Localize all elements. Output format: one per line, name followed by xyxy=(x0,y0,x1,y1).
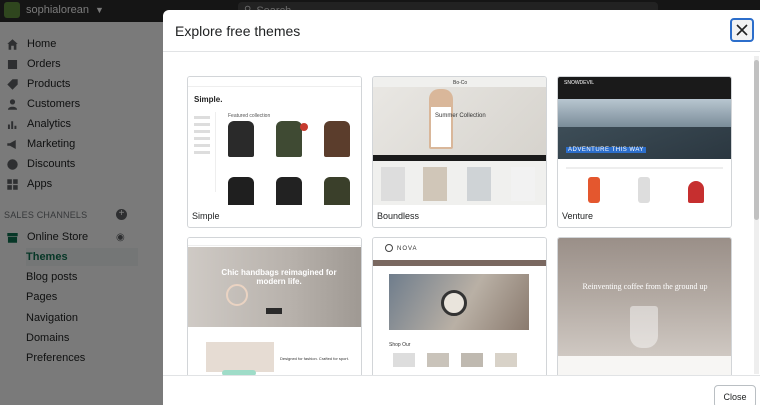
simple-logo-text: Simple. xyxy=(194,95,223,104)
venture-theme-preview: SNOWDEVIL ADVENTURE THIS WAY xyxy=(558,77,731,205)
venture-heading: ADVENTURE THIS WAY xyxy=(566,147,646,153)
modal-header: Explore free themes xyxy=(163,10,760,52)
coffee-heading: Reinventing coffee from the ground up xyxy=(582,282,708,291)
theme-card-venture[interactable]: SNOWDEVIL ADVENTURE THIS WAY Venture xyxy=(557,76,732,228)
simple-theme-preview: Simple. Featured collection xyxy=(188,77,361,205)
coffee-theme-preview: Reinventing coffee from the ground up xyxy=(558,238,731,375)
handbags-heading: Chic handbags reimagined for modern life… xyxy=(221,268,337,286)
boundless-brand: Bo-Co xyxy=(453,80,468,86)
themes-grid: Simple. Featured collection Simple Bo-Co… xyxy=(187,76,732,375)
featured-collection-text: Featured collection xyxy=(228,113,271,119)
venture-brand: SNOWDEVIL xyxy=(564,80,595,86)
nova-brand: NOVA xyxy=(397,246,418,252)
close-icon xyxy=(736,24,748,36)
handbags-theme-preview: Chic handbags reimagined for modern life… xyxy=(188,238,361,375)
theme-name: Venture xyxy=(562,211,594,221)
nova-theme-preview: NOVA Shop Our xyxy=(373,238,546,375)
theme-name: Simple xyxy=(192,211,220,221)
scrollbar-thumb[interactable] xyxy=(754,60,759,220)
modal-footer: Close xyxy=(163,375,760,405)
boundless-theme-preview: Bo-Co Summer Collection xyxy=(373,77,546,205)
explore-themes-modal: Explore free themes Simple. Featured col… xyxy=(163,10,760,405)
theme-card-handbags[interactable]: Chic handbags reimagined for modern life… xyxy=(187,237,362,375)
theme-name: Boundless xyxy=(377,211,420,221)
modal-title: Explore free themes xyxy=(175,23,301,39)
boundless-heading: Summer Collection xyxy=(435,113,486,119)
theme-card-coffee[interactable]: Reinventing coffee from the ground up xyxy=(557,237,732,375)
nova-shop-text: Shop Our xyxy=(389,342,411,348)
close-modal-button[interactable] xyxy=(730,18,754,42)
theme-card-simple[interactable]: Simple. Featured collection Simple xyxy=(187,76,362,228)
theme-card-boundless[interactable]: Bo-Co Summer Collection Boundless xyxy=(372,76,547,228)
theme-card-nova[interactable]: NOVA Shop Our xyxy=(372,237,547,375)
close-button[interactable]: Close xyxy=(714,385,756,405)
handbags-subtext: Designed for fashion. Crafted for sport. xyxy=(280,356,349,361)
modal-scrollbar[interactable] xyxy=(754,56,759,374)
